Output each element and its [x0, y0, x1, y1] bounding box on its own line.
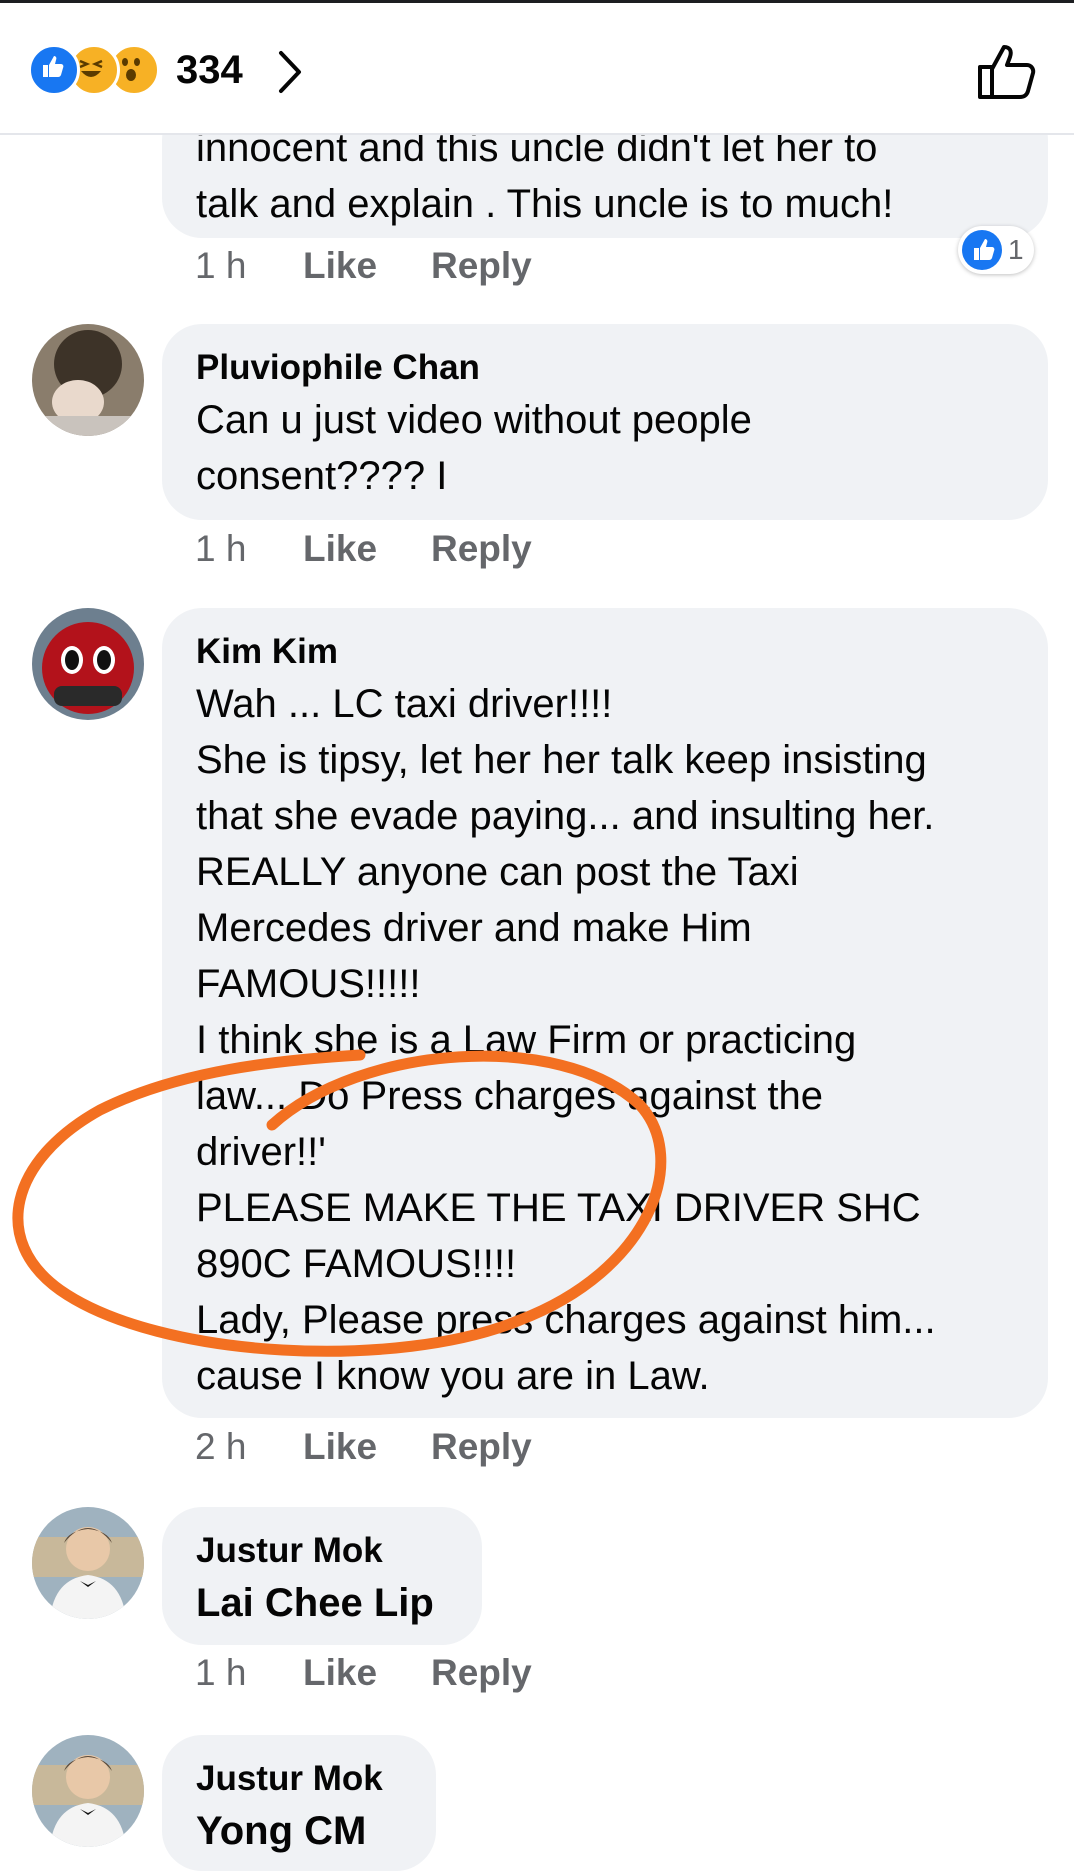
- like-link[interactable]: Like: [303, 1426, 431, 1468]
- comment-actions: 1 h Like Reply: [195, 528, 532, 570]
- avatar[interactable]: [32, 1507, 144, 1619]
- comment-author[interactable]: Pluviophile Chan: [196, 344, 1014, 392]
- avatar[interactable]: [32, 1735, 144, 1847]
- avatar[interactable]: [32, 608, 144, 720]
- comment-time: 1 h: [195, 528, 247, 569]
- comment-text: Wah ... LC taxi driver!!!! She is tipsy,…: [196, 682, 936, 1398]
- like-icon: [962, 230, 1002, 270]
- comment-bubble: Justur Mok Lai Chee Lip: [162, 1507, 482, 1645]
- comment-author[interactable]: Justur Mok: [196, 1755, 402, 1803]
- like-button-icon[interactable]: [976, 41, 1040, 101]
- reaction-count: 334: [176, 47, 243, 92]
- reply-link[interactable]: Reply: [431, 245, 532, 287]
- comment-text: Yong CM: [196, 1809, 367, 1853]
- comment-actions: 1 h Like Reply: [195, 1652, 532, 1694]
- comment-time: 1 h: [195, 245, 247, 286]
- comment-text: innocent and this uncle didn't let her t…: [196, 126, 894, 226]
- comment-reaction-badge[interactable]: 1: [958, 226, 1034, 274]
- comment-actions: 2 h Like Reply: [195, 1426, 532, 1468]
- like-link[interactable]: Like: [303, 1652, 431, 1694]
- reply-link[interactable]: Reply: [431, 1426, 532, 1468]
- comment-time: 1 h: [195, 1652, 247, 1693]
- reactions-header: 334: [0, 3, 1074, 135]
- chevron-right-icon[interactable]: [275, 49, 305, 95]
- comment-time: 2 h: [195, 1426, 247, 1467]
- avatar[interactable]: [32, 324, 144, 436]
- comment-bubble: Justur Mok Yong CM: [162, 1735, 436, 1871]
- reply-link[interactable]: Reply: [431, 1652, 532, 1694]
- comment-text: Lai Chee Lip: [196, 1581, 434, 1625]
- comment-author[interactable]: Justur Mok: [196, 1527, 448, 1575]
- comment-author[interactable]: Kim Kim: [196, 628, 1014, 676]
- like-icon: [28, 44, 80, 96]
- like-link[interactable]: Like: [303, 245, 431, 287]
- comment-actions: 1 h Like Reply: [195, 245, 532, 287]
- comment-bubble: Pluviophile Chan Can u just video withou…: [162, 324, 1048, 520]
- comment-text: Can u just video without people consent?…: [196, 398, 752, 498]
- reaction-summary[interactable]: 334: [28, 43, 243, 97]
- comment-bubble: Kim Kim Wah ... LC taxi driver!!!! She i…: [162, 608, 1048, 1418]
- reply-link[interactable]: Reply: [431, 528, 532, 570]
- like-link[interactable]: Like: [303, 528, 431, 570]
- comment-reaction-count: 1: [1008, 234, 1024, 265]
